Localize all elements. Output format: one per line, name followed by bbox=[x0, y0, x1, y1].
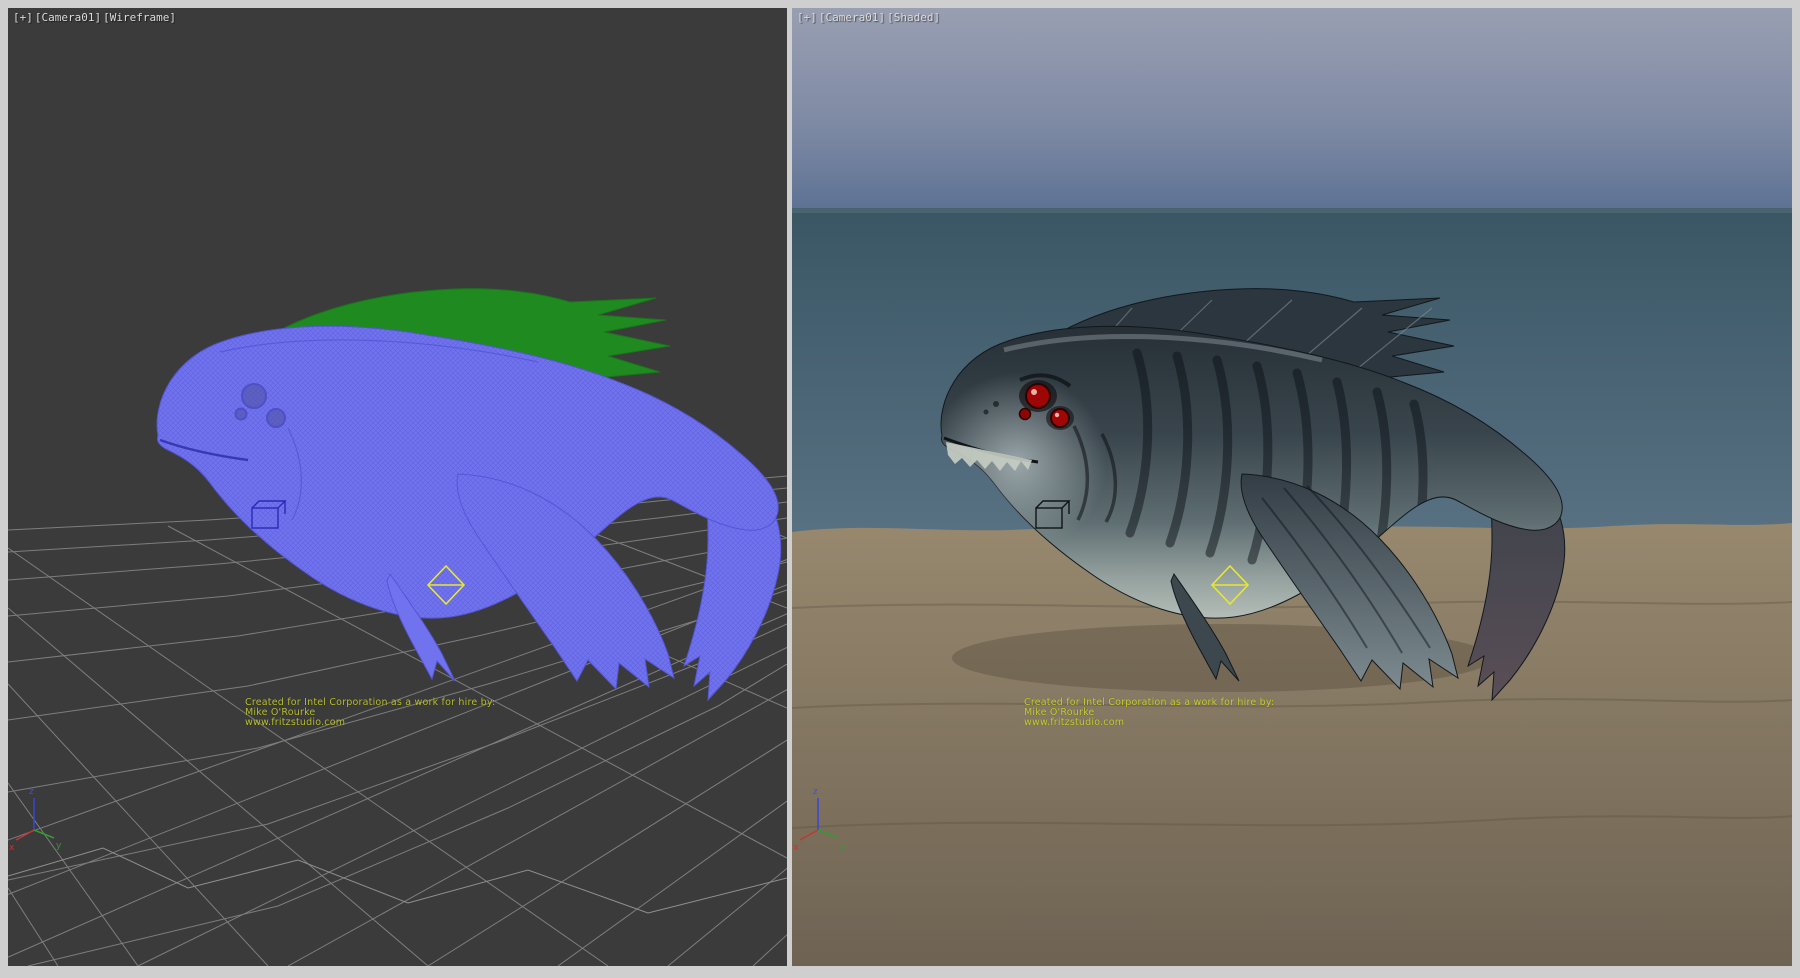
sky bbox=[792, 8, 1792, 208]
axis-z-label: z bbox=[29, 787, 34, 797]
viewport-workspace: [+] [Camera01] [Wireframe] bbox=[0, 0, 1800, 978]
horizon-highlight bbox=[792, 208, 1792, 213]
fish-eye-medium bbox=[1051, 409, 1069, 427]
credit-line-3: www.fritzstudio.com bbox=[245, 718, 495, 728]
axis-x-label: x bbox=[793, 843, 799, 853]
scene-credit-text: Created for Intel Corporation as a work … bbox=[1024, 698, 1274, 728]
viewport-wireframe[interactable]: [+] [Camera01] [Wireframe] bbox=[8, 8, 787, 966]
world-axis-gizmo: z x y bbox=[9, 787, 62, 853]
fish-eye-medium bbox=[267, 409, 285, 427]
axis-y-label: y bbox=[840, 841, 846, 851]
fish-eye-large-highlight bbox=[1031, 389, 1037, 395]
axis-z-label: z bbox=[813, 787, 818, 797]
credit-line-3: www.fritzstudio.com bbox=[1024, 718, 1274, 728]
scene-credit-text: Created for Intel Corporation as a work … bbox=[245, 698, 495, 728]
viewport-menu-pov[interactable]: [Camera01] bbox=[35, 11, 101, 24]
shaded-scene-canvas[interactable]: z x y bbox=[792, 8, 1792, 966]
fish-eye-medium-highlight bbox=[1055, 413, 1059, 417]
axis-x-label: x bbox=[9, 843, 15, 853]
viewport-menu-pov[interactable]: [Camera01] bbox=[819, 11, 885, 24]
fish-eye-small bbox=[236, 409, 247, 420]
viewport-menu-general[interactable]: [+] bbox=[797, 11, 817, 24]
viewport-label: [+] [Camera01] [Wireframe] bbox=[13, 11, 176, 24]
fish-nostril-2 bbox=[984, 410, 989, 415]
fish-eye-large bbox=[1026, 384, 1050, 408]
grid-ridge bbox=[8, 848, 787, 913]
axis-x-line bbox=[16, 830, 34, 840]
fish-body-wire-texture bbox=[157, 326, 778, 618]
viewport-menu-shading[interactable]: [Wireframe] bbox=[103, 11, 176, 24]
fish-eye-small bbox=[1020, 409, 1031, 420]
axis-y-line bbox=[34, 830, 54, 838]
viewport-label: [+] [Camera01] [Shaded] bbox=[797, 11, 940, 24]
viewport-menu-shading[interactable]: [Shaded] bbox=[887, 11, 940, 24]
viewport-shaded[interactable]: [+] [Camera01] [Shaded] bbox=[792, 8, 1792, 966]
viewport-menu-general[interactable]: [+] bbox=[13, 11, 33, 24]
axis-y-label: y bbox=[56, 841, 62, 851]
fish-nostril-1 bbox=[993, 401, 999, 407]
fish-eye-large bbox=[242, 384, 266, 408]
wireframe-scene-canvas[interactable]: z x y bbox=[8, 8, 787, 966]
